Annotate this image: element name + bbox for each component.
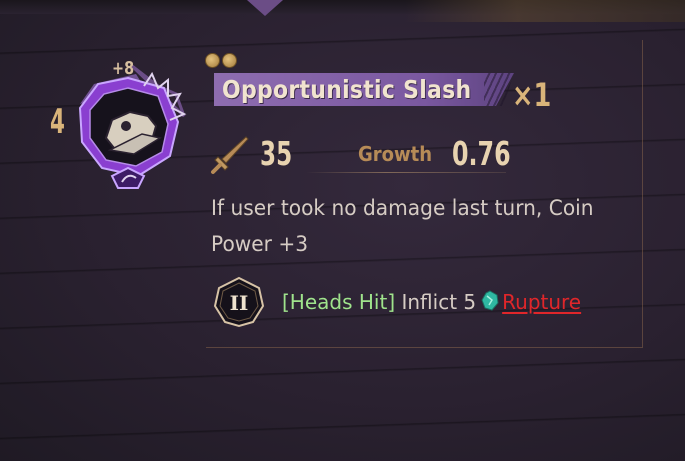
coin-icon — [205, 53, 220, 68]
rupture-icon — [480, 288, 500, 311]
skill-level: 4 — [50, 102, 65, 142]
top-notch — [247, 0, 283, 16]
skill-name: Opportunistic Slash — [222, 75, 472, 104]
coin-icon — [222, 53, 237, 68]
multiplier-value: 1 — [533, 76, 552, 114]
skill-multiplier: ×1 — [512, 76, 552, 114]
coin-two-icon: II — [213, 276, 265, 328]
coin-effect-text: [Heads Hit] Inflict 5 Rupture — [282, 285, 581, 319]
top-decoration — [405, 0, 685, 22]
description-line-1: If user took no damage last turn, Coin — [211, 196, 594, 220]
coin-numeral: II — [230, 291, 249, 315]
base-power-value: 35 — [260, 134, 293, 173]
growth-label: Growth — [358, 142, 433, 166]
rupture-keyword-link[interactable]: Rupture — [502, 290, 581, 314]
skill-badge-icon[interactable] — [72, 64, 192, 194]
inflict-text: Inflict 5 — [401, 290, 477, 314]
slash-attack-icon — [210, 135, 250, 175]
skill-description: If user took no damage last turn, Coin P… — [211, 190, 614, 262]
description-line-2: Power +3 — [211, 232, 309, 256]
growth-value: 0.76 — [452, 134, 511, 173]
skill-offset: +8 — [112, 58, 135, 79]
stat-divider — [306, 172, 506, 173]
heads-hit-tag: [Heads Hit] — [282, 290, 396, 314]
coin-count — [205, 53, 237, 68]
